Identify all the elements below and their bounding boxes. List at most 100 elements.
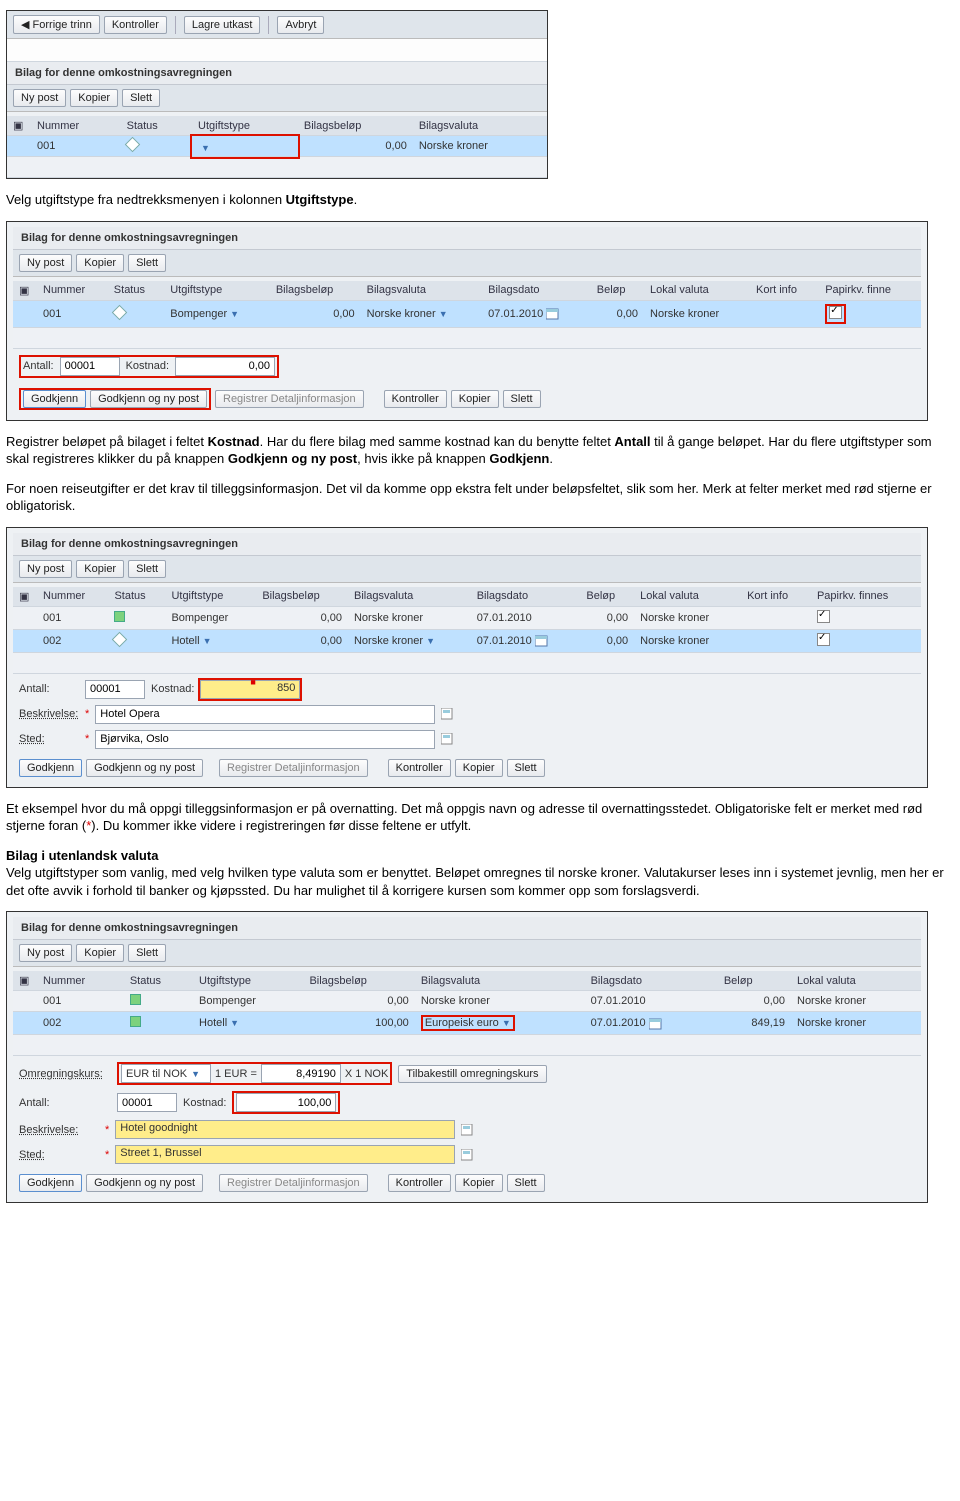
godkjenn-ny-post-button[interactable]: Godkjenn og ny post bbox=[86, 1174, 203, 1192]
valuta-select[interactable]: Europeisk euro ▼ bbox=[425, 1017, 511, 1029]
table-row[interactable]: 002 Hotell ▼ 0,00 Norske kroner ▼ 07.01.… bbox=[13, 629, 921, 652]
beskrivelse-input[interactable] bbox=[95, 705, 435, 724]
cell-utgiftstype[interactable]: ▼ bbox=[192, 136, 298, 157]
valuta-select[interactable]: Norske kroner ▼ bbox=[367, 308, 448, 320]
godkjenn-button[interactable]: Godkjenn bbox=[19, 1174, 82, 1192]
col-status: Status bbox=[108, 587, 165, 607]
row-toolbar: Ny post Kopier Slett bbox=[13, 556, 921, 583]
bilag-table: ▣ Nummer Status Utgiftstype Bilagsbeløp … bbox=[13, 281, 921, 349]
dato-field[interactable]: 07.01.2010 bbox=[585, 1012, 718, 1035]
kopier-button[interactable]: Kopier bbox=[455, 759, 503, 777]
kontroller-button[interactable]: Kontroller bbox=[388, 759, 451, 777]
value-help-icon[interactable] bbox=[441, 708, 453, 720]
copy-row-button[interactable]: Kopier bbox=[76, 254, 124, 272]
kurs-select[interactable]: EUR til NOK▼ bbox=[121, 1064, 211, 1083]
delete-row-button[interactable]: Slett bbox=[122, 89, 160, 107]
antall-input[interactable] bbox=[117, 1093, 177, 1112]
kopier-button[interactable]: Kopier bbox=[451, 390, 499, 408]
kontroller-button[interactable]: Kontroller bbox=[384, 390, 447, 408]
col-status: Status bbox=[124, 971, 193, 991]
papirkv-checkbox[interactable] bbox=[817, 633, 830, 646]
new-row-button[interactable]: Ny post bbox=[13, 89, 66, 107]
screenshot-1: ◀ Forrige trinn Kontroller Lagre utkast … bbox=[6, 10, 548, 179]
papirkv-checkbox[interactable] bbox=[817, 610, 830, 623]
table-row[interactable]: 002 Hotell ▼ 100,00 Europeisk euro ▼ 07.… bbox=[13, 1012, 921, 1035]
table-row[interactable]: 001 ▼ 0,00 Norske kroner bbox=[7, 136, 547, 157]
slett-button[interactable]: Slett bbox=[503, 390, 541, 408]
copy-row-button[interactable]: Kopier bbox=[70, 89, 118, 107]
table-row[interactable]: 001 Bompenger 0,00 Norske kroner 07.01.2… bbox=[13, 991, 921, 1012]
sted-input[interactable]: Street 1, Brussel bbox=[115, 1145, 455, 1164]
save-draft-button[interactable]: Lagre utkast bbox=[184, 16, 261, 34]
kurs-input[interactable] bbox=[261, 1064, 341, 1083]
col-bilagsbelop: Bilagsbeløp bbox=[270, 281, 361, 301]
dropdown-icon: ▼ bbox=[426, 636, 435, 646]
slett-button[interactable]: Slett bbox=[507, 1174, 545, 1192]
calendar-icon bbox=[535, 635, 548, 647]
antall-input[interactable] bbox=[85, 680, 145, 699]
bilag-table: ▣ Nummer Status Utgiftstype Bilagsbeløp … bbox=[7, 116, 547, 178]
sted-input[interactable] bbox=[95, 730, 435, 749]
required-star-icon: * bbox=[85, 733, 89, 745]
prev-step-button[interactable]: ◀ Forrige trinn bbox=[13, 15, 100, 34]
antall-input[interactable] bbox=[60, 357, 120, 376]
new-row-button[interactable]: Ny post bbox=[19, 560, 72, 578]
col-lokalvaluta: Lokal valuta bbox=[634, 587, 741, 607]
papirkv-checkbox[interactable] bbox=[829, 306, 842, 319]
copy-row-button[interactable]: Kopier bbox=[76, 560, 124, 578]
kopier-button[interactable]: Kopier bbox=[455, 1174, 503, 1192]
check-button[interactable]: Kontroller bbox=[104, 16, 167, 34]
table-row[interactable]: 001 Bompenger ▼ 0,00 Norske kroner ▼ 07.… bbox=[13, 300, 921, 327]
copy-row-button[interactable]: Kopier bbox=[76, 944, 124, 962]
delete-row-button[interactable]: Slett bbox=[128, 254, 166, 272]
delete-row-button[interactable]: Slett bbox=[128, 944, 166, 962]
col-nummer: Nummer bbox=[37, 971, 124, 991]
slett-button[interactable]: Slett bbox=[507, 759, 545, 777]
row-toolbar: Ny post Kopier Slett bbox=[13, 250, 921, 277]
value-help-icon[interactable] bbox=[461, 1149, 473, 1161]
value-help-icon[interactable] bbox=[461, 1124, 473, 1136]
beskrivelse-input[interactable]: Hotel goodnight bbox=[115, 1120, 455, 1139]
status-diamond-icon bbox=[124, 137, 140, 153]
antall-label: Antall: bbox=[19, 683, 79, 695]
dato-field[interactable]: 07.01.2010 bbox=[471, 629, 581, 652]
utgiftstype-select[interactable]: Hotell ▼ bbox=[171, 635, 211, 647]
godkjenn-button[interactable]: Godkjenn bbox=[19, 759, 82, 777]
new-row-button[interactable]: Ny post bbox=[19, 944, 72, 962]
kontroller-button[interactable]: Kontroller bbox=[388, 1174, 451, 1192]
registrer-detalj-button: Registrer Detaljinformasjon bbox=[219, 759, 368, 777]
dropdown-icon: ▼ bbox=[201, 143, 210, 153]
dropdown-icon: ▼ bbox=[203, 636, 212, 646]
utgiftstype-select[interactable]: Bompenger ▼ bbox=[170, 308, 239, 320]
table-config-icon[interactable]: ▣ bbox=[13, 120, 23, 132]
col-papirkv: Papirkv. finne bbox=[819, 281, 921, 301]
col-utgiftstype: Utgiftstype bbox=[164, 281, 270, 301]
dropdown-icon: ▼ bbox=[230, 1018, 239, 1028]
col-belop: Beløp bbox=[591, 281, 644, 301]
status-diamond-icon bbox=[112, 304, 128, 320]
kostnad-input[interactable] bbox=[175, 357, 275, 376]
godkjenn-button[interactable]: Godkjenn bbox=[23, 390, 86, 408]
dato-field[interactable]: 07.01.2010 bbox=[482, 300, 591, 327]
chevron-left-icon: ◀ bbox=[21, 19, 29, 31]
valuta-select[interactable]: Norske kroner ▼ bbox=[354, 635, 435, 647]
godkjenn-ny-post-button[interactable]: Godkjenn og ny post bbox=[86, 759, 203, 777]
utgiftstype-select[interactable]: Hotell ▼ bbox=[199, 1017, 239, 1029]
col-bilagsvaluta: Bilagsvaluta bbox=[415, 971, 585, 991]
col-utgiftstype: Utgiftstype bbox=[165, 587, 256, 607]
kostnad-input[interactable] bbox=[236, 1093, 336, 1112]
tilbakestill-kurs-button[interactable]: Tilbakestill omregningskurs bbox=[398, 1065, 546, 1083]
cell-valuta: Norske kroner bbox=[413, 136, 547, 157]
table-row[interactable]: 001 Bompenger 0,00 Norske kroner 07.01.2… bbox=[13, 606, 921, 629]
dropdown-icon: ▼ bbox=[439, 309, 448, 319]
dropdown-icon: ▼ bbox=[230, 309, 239, 319]
col-kortinfo: Kort info bbox=[741, 587, 811, 607]
delete-row-button[interactable]: Slett bbox=[128, 560, 166, 578]
new-row-button[interactable]: Ny post bbox=[19, 254, 72, 272]
value-help-icon[interactable] bbox=[441, 733, 453, 745]
cancel-button[interactable]: Avbryt bbox=[277, 16, 324, 34]
kostnad-input[interactable]: ■850 bbox=[200, 680, 300, 699]
col-bilagsdato: Bilagsdato bbox=[585, 971, 718, 991]
godkjenn-ny-post-button[interactable]: Godkjenn og ny post bbox=[90, 390, 207, 408]
beskrivelse-label: Beskrivelse: bbox=[19, 1124, 99, 1136]
